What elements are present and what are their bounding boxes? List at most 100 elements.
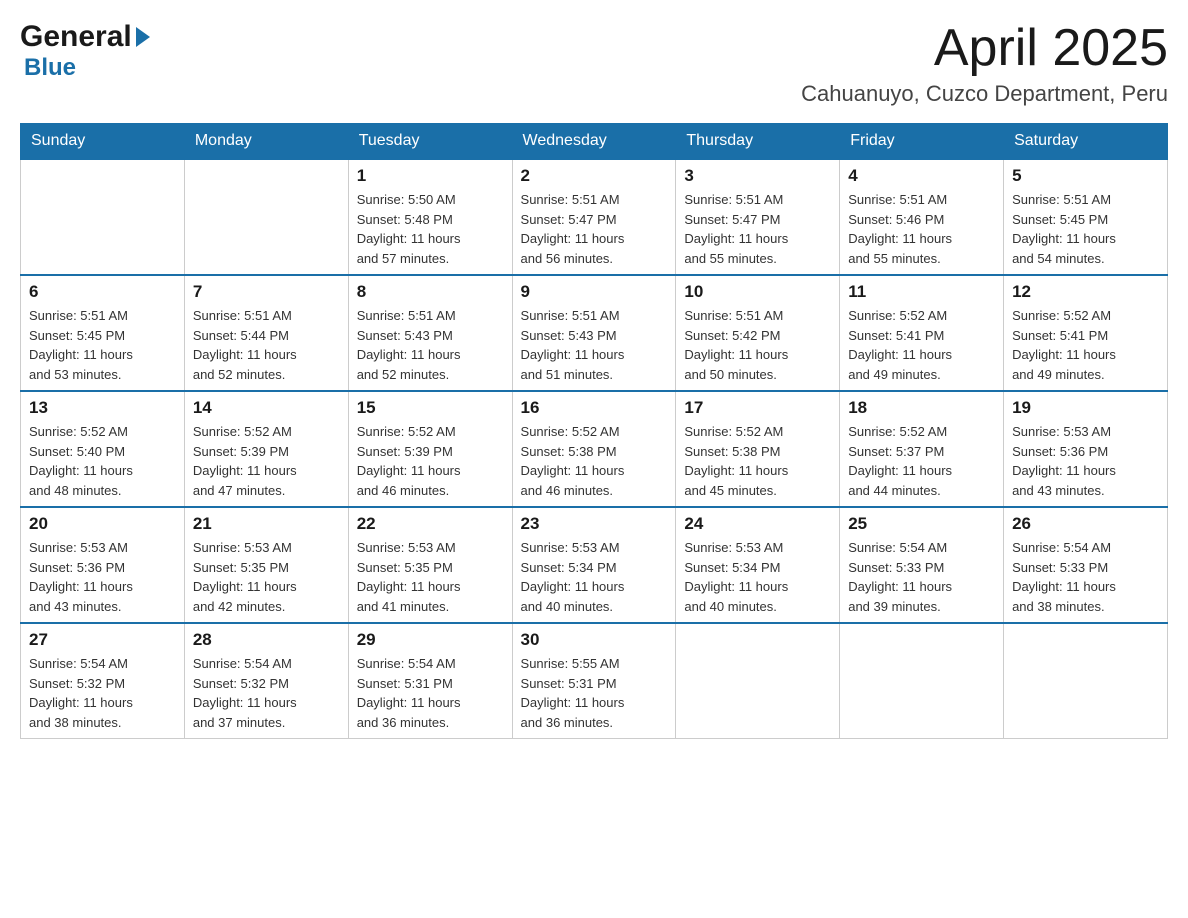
day-info: Sunrise: 5:52 AMSunset: 5:37 PMDaylight:… [848,422,995,500]
table-row: 7 Sunrise: 5:51 AMSunset: 5:44 PMDaylight… [184,275,348,391]
day-info: Sunrise: 5:54 AMSunset: 5:33 PMDaylight:… [848,538,995,616]
day-number: 15 [357,398,504,418]
day-number: 13 [29,398,176,418]
table-row: 29 Sunrise: 5:54 AMSunset: 5:31 PMDayligh… [348,623,512,739]
col-header-tuesday: Tuesday [348,124,512,160]
logo: General Blue [20,20,150,82]
col-header-wednesday: Wednesday [512,124,676,160]
day-number: 8 [357,282,504,302]
calendar-week-row: 27 Sunrise: 5:54 AMSunset: 5:32 PMDayligh… [21,623,1168,739]
day-number: 5 [1012,166,1159,186]
day-info: Sunrise: 5:51 AMSunset: 5:43 PMDaylight:… [357,306,504,384]
day-info: Sunrise: 5:51 AMSunset: 5:45 PMDaylight:… [29,306,176,384]
table-row: 12 Sunrise: 5:52 AMSunset: 5:41 PMDayligh… [1004,275,1168,391]
day-info: Sunrise: 5:52 AMSunset: 5:39 PMDaylight:… [357,422,504,500]
day-number: 1 [357,166,504,186]
day-info: Sunrise: 5:53 AMSunset: 5:34 PMDaylight:… [684,538,831,616]
table-row: 1 Sunrise: 5:50 AMSunset: 5:48 PMDaylight… [348,159,512,275]
table-row: 22Sunrise: 5:53 AMSunset: 5:35 PMDayligh… [348,507,512,623]
table-row: 2 Sunrise: 5:51 AMSunset: 5:47 PMDaylight… [512,159,676,275]
day-info: Sunrise: 5:51 AMSunset: 5:45 PMDaylight:… [1012,190,1159,268]
col-header-thursday: Thursday [676,124,840,160]
day-number: 24 [684,514,831,534]
col-header-saturday: Saturday [1004,124,1168,160]
calendar-header-row: Sunday Monday Tuesday Wednesday Thursday… [21,124,1168,160]
day-number: 29 [357,630,504,650]
day-info: Sunrise: 5:53 AMSunset: 5:35 PMDaylight:… [193,538,340,616]
day-info: Sunrise: 5:55 AMSunset: 5:31 PMDaylight:… [521,654,668,732]
table-row: 11 Sunrise: 5:52 AMSunset: 5:41 PMDayligh… [840,275,1004,391]
table-row [1004,623,1168,739]
day-number: 2 [521,166,668,186]
table-row: 24 Sunrise: 5:53 AMSunset: 5:34 PMDayligh… [676,507,840,623]
table-row: 26 Sunrise: 5:54 AMSunset: 5:33 PMDayligh… [1004,507,1168,623]
day-info: Sunrise: 5:54 AMSunset: 5:31 PMDaylight:… [357,654,504,732]
table-row: 9Sunrise: 5:51 AMSunset: 5:43 PMDaylight… [512,275,676,391]
day-info: Sunrise: 5:54 AMSunset: 5:32 PMDaylight:… [29,654,176,732]
month-title: April 2025 [801,20,1168,77]
day-info: Sunrise: 5:53 AMSunset: 5:36 PMDaylight:… [1012,422,1159,500]
day-number: 25 [848,514,995,534]
table-row: 14Sunrise: 5:52 AMSunset: 5:39 PMDayligh… [184,391,348,507]
table-row: 23 Sunrise: 5:53 AMSunset: 5:34 PMDayligh… [512,507,676,623]
day-info: Sunrise: 5:51 AMSunset: 5:47 PMDaylight:… [521,190,668,268]
day-info: Sunrise: 5:52 AMSunset: 5:39 PMDaylight:… [193,422,340,500]
day-info: Sunrise: 5:52 AMSunset: 5:41 PMDaylight:… [1012,306,1159,384]
day-info: Sunrise: 5:52 AMSunset: 5:38 PMDaylight:… [521,422,668,500]
day-info: Sunrise: 5:50 AMSunset: 5:48 PMDaylight:… [357,190,504,268]
calendar-week-row: 13 Sunrise: 5:52 AMSunset: 5:40 PMDayligh… [21,391,1168,507]
calendar-week-row: 1 Sunrise: 5:50 AMSunset: 5:48 PMDaylight… [21,159,1168,275]
location-subtitle: Cahuanuyo, Cuzco Department, Peru [801,81,1168,107]
day-info: Sunrise: 5:53 AMSunset: 5:36 PMDaylight:… [29,538,176,616]
table-row [676,623,840,739]
table-row [840,623,1004,739]
day-info: Sunrise: 5:51 AMSunset: 5:43 PMDaylight:… [521,306,668,384]
table-row: 6 Sunrise: 5:51 AMSunset: 5:45 PMDaylight… [21,275,185,391]
col-header-friday: Friday [840,124,1004,160]
table-row: 16 Sunrise: 5:52 AMSunset: 5:38 PMDayligh… [512,391,676,507]
table-row: 27 Sunrise: 5:54 AMSunset: 5:32 PMDayligh… [21,623,185,739]
page-header: General Blue April 2025 Cahuanuyo, Cuzco… [20,20,1168,107]
day-number: 19 [1012,398,1159,418]
day-info: Sunrise: 5:52 AMSunset: 5:38 PMDaylight:… [684,422,831,500]
table-row: 18 Sunrise: 5:52 AMSunset: 5:37 PMDayligh… [840,391,1004,507]
day-number: 4 [848,166,995,186]
table-row: 3Sunrise: 5:51 AMSunset: 5:47 PMDaylight… [676,159,840,275]
table-row [184,159,348,275]
day-info: Sunrise: 5:51 AMSunset: 5:46 PMDaylight:… [848,190,995,268]
day-info: Sunrise: 5:53 AMSunset: 5:34 PMDaylight:… [521,538,668,616]
day-info: Sunrise: 5:51 AMSunset: 5:44 PMDaylight:… [193,306,340,384]
day-number: 6 [29,282,176,302]
table-row [21,159,185,275]
calendar-table: Sunday Monday Tuesday Wednesday Thursday… [20,123,1168,739]
day-info: Sunrise: 5:52 AMSunset: 5:41 PMDaylight:… [848,306,995,384]
day-number: 21 [193,514,340,534]
table-row: 20 Sunrise: 5:53 AMSunset: 5:36 PMDayligh… [21,507,185,623]
day-number: 17 [684,398,831,418]
day-number: 20 [29,514,176,534]
table-row: 30Sunrise: 5:55 AMSunset: 5:31 PMDayligh… [512,623,676,739]
table-row: 10Sunrise: 5:51 AMSunset: 5:42 PMDayligh… [676,275,840,391]
table-row: 15 Sunrise: 5:52 AMSunset: 5:39 PMDayligh… [348,391,512,507]
table-row: 5 Sunrise: 5:51 AMSunset: 5:45 PMDaylight… [1004,159,1168,275]
day-number: 28 [193,630,340,650]
title-area: April 2025 Cahuanuyo, Cuzco Department, … [801,20,1168,107]
day-number: 27 [29,630,176,650]
logo-general-text: General [20,20,150,54]
day-number: 12 [1012,282,1159,302]
day-number: 16 [521,398,668,418]
day-number: 18 [848,398,995,418]
table-row: 4 Sunrise: 5:51 AMSunset: 5:46 PMDaylight… [840,159,1004,275]
day-number: 7 [193,282,340,302]
day-number: 11 [848,282,995,302]
day-info: Sunrise: 5:54 AMSunset: 5:33 PMDaylight:… [1012,538,1159,616]
day-number: 23 [521,514,668,534]
day-info: Sunrise: 5:52 AMSunset: 5:40 PMDaylight:… [29,422,176,500]
logo-blue-text: Blue [24,54,76,82]
logo-triangle-icon [136,27,150,47]
calendar-week-row: 6 Sunrise: 5:51 AMSunset: 5:45 PMDaylight… [21,275,1168,391]
day-number: 3 [684,166,831,186]
day-number: 22 [357,514,504,534]
day-number: 26 [1012,514,1159,534]
day-info: Sunrise: 5:54 AMSunset: 5:32 PMDaylight:… [193,654,340,732]
